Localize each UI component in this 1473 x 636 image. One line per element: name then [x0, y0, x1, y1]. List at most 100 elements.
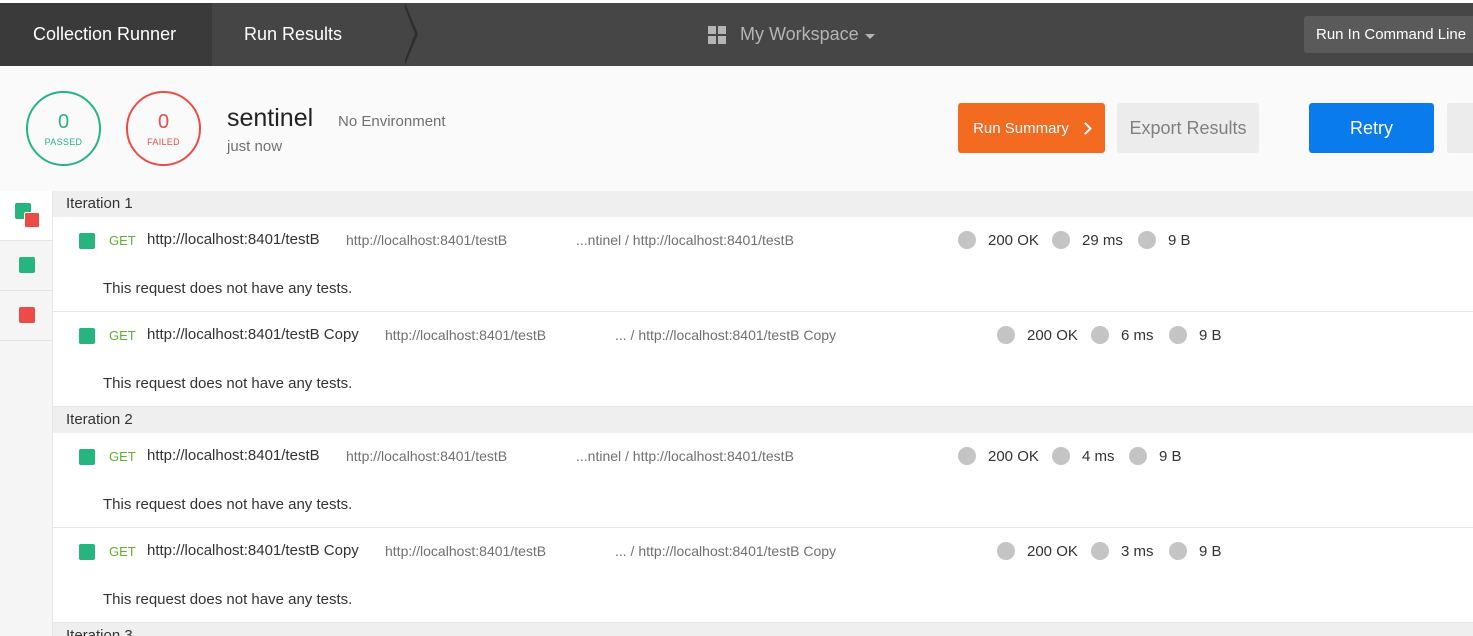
filter-failed[interactable]	[0, 291, 52, 341]
run-summary-header: 0 PASSED 0 FAILED sentinel No Environmen…	[0, 66, 1473, 191]
run-in-command-line-button[interactable]: Run In Command Line	[1304, 16, 1473, 53]
response-size: 9 B	[1168, 231, 1191, 249]
response-time: 6 ms	[1121, 326, 1154, 344]
failed-count: 0	[157, 110, 170, 133]
status-metric: 200 OK	[997, 542, 1078, 560]
response-size: 9 B	[1159, 447, 1182, 465]
passed-counter: 0 PASSED	[26, 91, 101, 166]
size-metric: 9 B	[1169, 542, 1222, 560]
filter-all[interactable]	[0, 191, 52, 241]
request-row[interactable]: GET http://localhost:8401/testB http://l…	[53, 433, 1473, 483]
export-results-button[interactable]: Export Results	[1117, 103, 1259, 153]
no-tests-message: This request does not have any tests.	[53, 482, 1473, 528]
result-filter-rail	[0, 191, 53, 636]
size-dot-icon	[1169, 326, 1187, 344]
time-metric: 29 ms	[1052, 231, 1123, 249]
time-dot-icon	[1052, 231, 1070, 249]
iteration-header: Iteration 3	[53, 623, 1473, 636]
status-code: 200 OK	[988, 447, 1039, 465]
size-dot-icon	[1129, 447, 1147, 465]
environment-label: No Environment	[338, 113, 446, 130]
request-url: http://localhost:8401/testB	[346, 448, 508, 464]
failed-label: FAILED	[147, 136, 180, 147]
status-metric: 200 OK	[958, 447, 1039, 465]
retry-button[interactable]: Retry	[1309, 103, 1434, 153]
status-metric: 200 OK	[958, 231, 1039, 249]
more-button[interactable]	[1447, 103, 1473, 153]
run-time: just now	[227, 138, 283, 155]
response-size: 9 B	[1199, 326, 1222, 344]
size-dot-icon	[1138, 231, 1156, 249]
red-square-icon	[24, 212, 40, 228]
pass-status-icon	[79, 544, 95, 560]
pass-status-icon	[79, 449, 95, 465]
chevron-right-icon	[1079, 121, 1092, 135]
size-metric: 9 B	[1129, 447, 1182, 465]
breadcrumb-label: Collection Runner	[33, 24, 177, 44]
size-metric: 9 B	[1169, 326, 1222, 344]
run-summary-button[interactable]: Run Summary	[958, 103, 1105, 153]
run-summary-label: Run Summary	[973, 119, 1069, 137]
pass-status-icon	[79, 328, 95, 344]
size-metric: 9 B	[1138, 231, 1191, 249]
collection-name: sentinel	[227, 104, 314, 132]
request-path: ...ntinel / http://localhost:8401/testB	[576, 232, 794, 248]
top-nav-bar: Collection Runner Run Results My Workspa…	[0, 3, 1473, 66]
no-tests-message: This request does not have any tests.	[53, 266, 1473, 312]
request-name: http://localhost:8401/testB Copy	[147, 326, 359, 343]
request-path: ... / http://localhost:8401/testB Copy	[615, 543, 837, 559]
status-dot-icon	[997, 326, 1015, 344]
status-code: 200 OK	[988, 231, 1039, 249]
status-code: 200 OK	[1027, 326, 1078, 344]
breadcrumb-separator	[403, 3, 415, 65]
green-square-icon	[19, 257, 35, 273]
time-dot-icon	[1091, 542, 1109, 560]
request-method: GET	[109, 233, 136, 248]
request-method: GET	[109, 328, 136, 343]
response-time: 29 ms	[1082, 231, 1123, 249]
request-row[interactable]: GET http://localhost:8401/testB Copy htt…	[53, 528, 1473, 578]
time-metric: 6 ms	[1091, 326, 1154, 344]
passed-count: 0	[57, 110, 70, 133]
workspace-label: My Workspace	[740, 24, 859, 44]
breadcrumb-label: Run Results	[244, 24, 343, 44]
response-time: 4 ms	[1082, 447, 1115, 465]
request-path: ... / http://localhost:8401/testB Copy	[615, 327, 837, 343]
time-metric: 4 ms	[1052, 447, 1115, 465]
no-tests-message: This request does not have any tests.	[53, 577, 1473, 623]
breadcrumb-run-results[interactable]: Run Results	[212, 3, 407, 66]
request-name: http://localhost:8401/testB	[147, 231, 320, 248]
passed-label: PASSED	[44, 136, 83, 147]
no-tests-message: This request does not have any tests.	[53, 361, 1473, 407]
request-url: http://localhost:8401/testB	[385, 543, 547, 559]
time-dot-icon	[1052, 447, 1070, 465]
response-time: 3 ms	[1121, 542, 1154, 560]
request-method: GET	[109, 544, 136, 559]
workspace-dropdown[interactable]: My Workspace	[708, 3, 875, 66]
caret-down-icon	[864, 33, 875, 39]
request-name: http://localhost:8401/testB Copy	[147, 542, 359, 559]
time-metric: 3 ms	[1091, 542, 1154, 560]
breadcrumb-collection-runner[interactable]: Collection Runner	[0, 3, 212, 66]
request-path: ...ntinel / http://localhost:8401/testB	[576, 448, 794, 464]
iteration-header: Iteration 2	[53, 407, 1473, 433]
status-dot-icon	[958, 447, 976, 465]
time-dot-icon	[1091, 326, 1109, 344]
request-method: GET	[109, 449, 136, 464]
request-row[interactable]: GET http://localhost:8401/testB Copy htt…	[53, 312, 1473, 362]
status-metric: 200 OK	[997, 326, 1078, 344]
red-square-icon	[19, 307, 35, 323]
request-url: http://localhost:8401/testB	[346, 232, 508, 248]
pass-status-icon	[79, 233, 95, 249]
size-dot-icon	[1169, 542, 1187, 560]
request-url: http://localhost:8401/testB	[385, 327, 547, 343]
filter-passed[interactable]	[0, 241, 52, 291]
status-code: 200 OK	[1027, 542, 1078, 560]
request-row[interactable]: GET http://localhost:8401/testB http://l…	[53, 217, 1473, 267]
failed-counter: 0 FAILED	[126, 91, 201, 166]
status-dot-icon	[958, 231, 976, 249]
status-dot-icon	[997, 542, 1015, 560]
response-size: 9 B	[1199, 542, 1222, 560]
workspace-grid-icon	[708, 25, 726, 44]
request-name: http://localhost:8401/testB	[147, 447, 320, 464]
